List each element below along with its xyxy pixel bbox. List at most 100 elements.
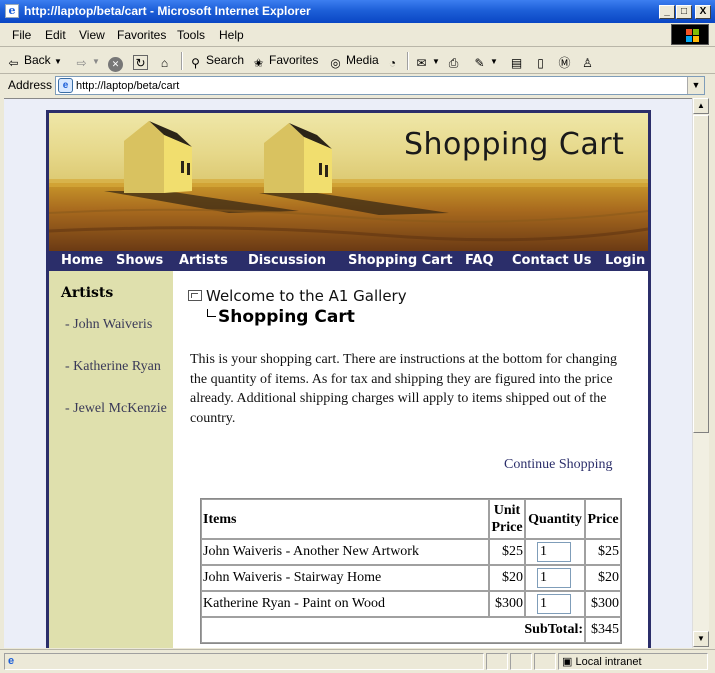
cart-table: Items Unit Price Quantity Price John Wai… [200, 498, 622, 644]
main-content: Welcome to the A1 Gallery Shopping Cart … [173, 271, 648, 648]
line-price: $25 [585, 539, 621, 565]
menu-view[interactable]: View [79, 28, 105, 42]
window-title: http://laptop/beta/cart - Microsoft Inte… [24, 4, 311, 18]
nav-discussion[interactable]: Discussion [248, 253, 326, 268]
sidebar-heading: Artists [61, 285, 114, 301]
continue-shopping-link[interactable]: Continue Shopping [504, 457, 613, 473]
back-button[interactable]: ⇦ Back ▼ [6, 53, 61, 71]
home-button[interactable]: ⌂ [157, 53, 175, 71]
address-dropdown-button[interactable]: ▼ [687, 77, 704, 94]
stop-icon: ✕ [108, 57, 123, 72]
printer-icon: ⎙ [448, 56, 459, 70]
minimize-button[interactable]: _ [659, 5, 675, 19]
subtotal-row: SubTotal: $345 [201, 617, 621, 643]
nav-login[interactable]: Login [605, 253, 645, 268]
forward-arrow-icon: ⇨ [76, 56, 87, 70]
scroll-up-button[interactable]: ▲ [693, 98, 709, 114]
sidebar-link-katherine-ryan[interactable]: - Katherine Ryan [65, 357, 169, 376]
unit-price: $25 [489, 539, 525, 565]
menu-tools[interactable]: Tools [177, 28, 205, 42]
media-button[interactable]: ◎ Media [328, 53, 378, 71]
ie-icon: e [5, 4, 19, 18]
quantity-input[interactable] [537, 542, 571, 562]
header-items: Items [201, 499, 489, 539]
history-button[interactable]: ◔ [385, 53, 403, 71]
search-button[interactable]: ⚲ Search [188, 53, 244, 71]
standard-toolbar: ⇦ Back ▼ ⇨ ▼ ✕ ↻ ⌂ ⚲ Search ✬ Favorites ◎ Med… [0, 48, 715, 74]
sidebar-link-john-waiveris[interactable]: - John Waiveris [65, 315, 169, 334]
menu-file[interactable]: File [12, 28, 31, 42]
header-unit-price: Unit Price [489, 499, 525, 539]
sidebar-link-jewel-mckenzie[interactable]: - Jewel McKenzie [65, 399, 169, 418]
nav-shows[interactable]: Shows [116, 253, 163, 268]
user-button[interactable]: ♙ [580, 53, 598, 71]
ie-page-icon: e [8, 655, 15, 667]
quantity-input[interactable] [537, 594, 571, 614]
user-icon: ♙ [582, 56, 593, 70]
header-quantity: Quantity [525, 499, 585, 539]
table-row: John Waiveris - Another New Artwork $25 … [201, 539, 621, 565]
menu-help[interactable]: Help [219, 28, 244, 42]
menu-edit[interactable]: Edit [45, 28, 66, 42]
breadcrumb-parent[interactable]: Welcome to the A1 Gallery [188, 287, 407, 305]
status-pane [510, 653, 532, 670]
edit-icon: ✎ [474, 56, 485, 70]
back-arrow-icon: ⇦ [8, 56, 19, 70]
tree-elbow-icon [207, 309, 216, 317]
history-icon: ◔ [388, 56, 397, 70]
favorites-button[interactable]: ✬ Favorites [251, 53, 318, 71]
status-text: e [4, 653, 484, 670]
nav-faq[interactable]: FAQ [465, 253, 494, 268]
discuss-icon: ▤ [510, 56, 523, 70]
banner: Shopping Cart [49, 113, 648, 251]
maximize-button[interactable]: □ [676, 5, 692, 19]
search-icon: ⚲ [191, 56, 200, 70]
mail-button[interactable]: ✉ ▼ [414, 53, 439, 71]
close-button[interactable]: X [695, 5, 711, 19]
subtotal-value: $345 [585, 617, 621, 643]
research-icon: ▯ [537, 56, 544, 70]
discuss-button[interactable]: ▤ [509, 53, 527, 71]
media-icon: ◎ [330, 56, 341, 70]
subtotal-label: SubTotal: [201, 617, 585, 643]
browser-viewport: Shopping Cart Home Shows Artists Discuss… [4, 98, 692, 648]
item-name: John Waiveris - Another New Artwork [201, 539, 489, 565]
nav-artists[interactable]: Artists [179, 253, 228, 268]
home-icon: ⌂ [160, 56, 169, 70]
page-icon: e [58, 78, 73, 93]
sidebar: Artists - John Waiveris - Katherine Ryan… [49, 271, 173, 648]
cart-header-row: Items Unit Price Quantity Price [201, 499, 621, 539]
banner-title: Shopping Cart [404, 127, 625, 162]
item-name: Katherine Ryan - Paint on Wood [201, 591, 489, 617]
stop-button[interactable]: ✕ [108, 53, 126, 72]
menu-favorites[interactable]: Favorites [117, 28, 166, 42]
page-title: Shopping Cart [207, 307, 355, 327]
main-nav: Home Shows Artists Discussion Shopping C… [49, 251, 648, 271]
messenger-button[interactable]: Ⓜ [557, 53, 575, 71]
nav-shopping-cart[interactable]: Shopping Cart [348, 253, 453, 268]
mail-icon: ✉ [416, 56, 427, 70]
research-button[interactable]: ▯ [533, 53, 551, 71]
address-bar: Address e http://laptop/beta/cart ▼ [0, 75, 715, 96]
address-input[interactable]: e http://laptop/beta/cart ▼ [55, 76, 705, 95]
scroll-thumb[interactable] [693, 115, 709, 433]
menu-bar: File Edit View Favorites Tools Help [0, 23, 715, 47]
item-name: John Waiveris - Stairway Home [201, 565, 489, 591]
refresh-button[interactable]: ↻ [133, 53, 151, 70]
edit-button[interactable]: ✎ ▼ [472, 53, 497, 71]
scroll-down-button[interactable]: ▼ [693, 631, 709, 647]
header-price: Price [585, 499, 621, 539]
vertical-scrollbar[interactable]: ▲ ▼ [692, 98, 709, 648]
forward-button[interactable]: ⇨ ▼ [74, 53, 99, 71]
nav-home[interactable]: Home [61, 253, 103, 268]
unit-price: $20 [489, 565, 525, 591]
intranet-icon: ▣ [562, 656, 573, 668]
refresh-icon: ↻ [133, 55, 148, 70]
address-label: Address [8, 78, 53, 92]
status-pane [486, 653, 508, 670]
toolbar-separator [407, 52, 409, 70]
nav-contact-us[interactable]: Contact Us [512, 253, 591, 268]
print-button[interactable]: ⎙ [446, 53, 464, 71]
quantity-input[interactable] [537, 568, 571, 588]
status-bar: e ▣ Local intranet [0, 649, 715, 673]
